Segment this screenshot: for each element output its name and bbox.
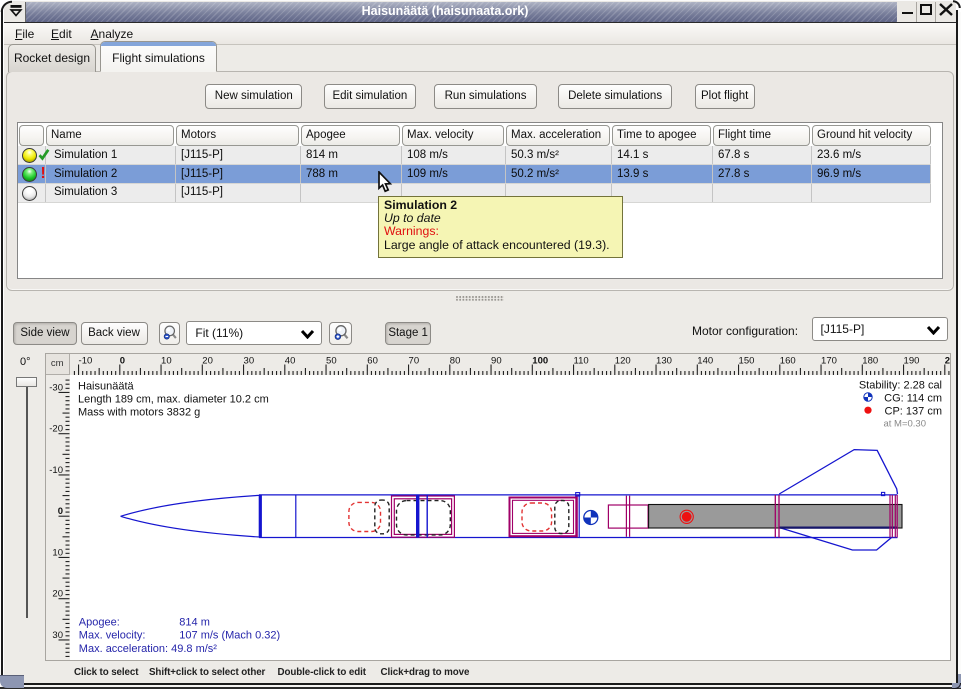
svg-text:Mass with motors 3832 g: Mass with motors 3832 g (78, 407, 200, 419)
svg-text:60: 60 (367, 355, 378, 366)
svg-text:Length 189 cm, max. diameter 1: Length 189 cm, max. diameter 10.2 cm (78, 394, 269, 406)
svg-text:Max. acceleration: 49.8 m/s²: Max. acceleration: 49.8 m/s² (79, 643, 218, 655)
svg-text:30: 30 (52, 630, 63, 641)
svg-text:30: 30 (244, 355, 255, 366)
svg-text:80: 80 (450, 355, 461, 366)
svg-text:-20: -20 (49, 424, 63, 435)
svg-text:20: 20 (52, 589, 63, 600)
svg-text:110: 110 (574, 355, 589, 366)
svg-text:at M=0.30: at M=0.30 (883, 419, 926, 430)
svg-text:10: 10 (52, 547, 63, 558)
svg-text:180: 180 (862, 355, 878, 366)
svg-text:20: 20 (202, 355, 213, 366)
svg-text:Stability: 2.28 cal: Stability: 2.28 cal (859, 380, 942, 392)
svg-text:140: 140 (697, 355, 713, 366)
svg-text:130: 130 (656, 355, 672, 366)
svg-text:70: 70 (409, 355, 420, 366)
svg-text:160: 160 (780, 355, 796, 366)
svg-text:-10: -10 (79, 355, 93, 366)
svg-text:Apogee:: Apogee: (79, 617, 120, 629)
svg-text:Max. velocity:: Max. velocity: (79, 630, 146, 642)
svg-text:150: 150 (739, 355, 755, 366)
svg-text:170: 170 (821, 355, 837, 366)
svg-text:190: 190 (904, 355, 920, 366)
svg-text:0: 0 (120, 355, 125, 366)
svg-text:-30: -30 (49, 382, 63, 393)
svg-text:10: 10 (161, 355, 172, 366)
svg-text:107 m/s (Mach 0.32): 107 m/s (Mach 0.32) (179, 630, 280, 642)
svg-text:-10: -10 (49, 465, 63, 476)
svg-text:90: 90 (491, 355, 502, 366)
svg-text:50: 50 (326, 355, 337, 366)
svg-text:40: 40 (285, 355, 296, 366)
svg-text:100: 100 (532, 355, 548, 366)
svg-text:0: 0 (57, 506, 62, 517)
svg-text:CP: 137 cm: CP: 137 cm (885, 406, 942, 418)
svg-text:120: 120 (615, 355, 631, 366)
svg-text:200: 200 (945, 355, 950, 366)
svg-text:Haisunäätä: Haisunäätä (78, 381, 135, 393)
svg-text:814 m: 814 m (179, 617, 210, 629)
svg-text:CG: 114 cm: CG: 114 cm (884, 393, 942, 405)
